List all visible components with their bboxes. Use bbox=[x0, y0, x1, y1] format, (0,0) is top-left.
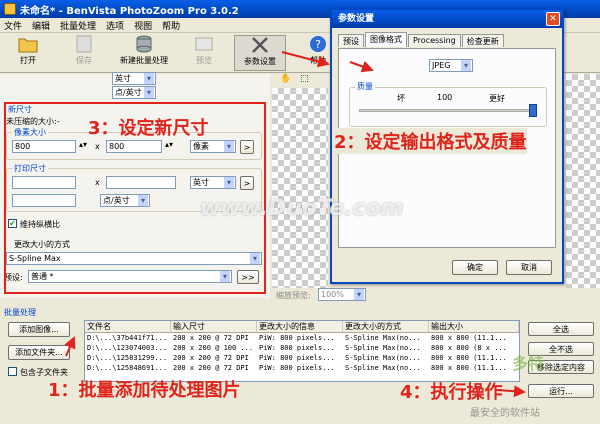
tab-processing[interactable]: Processing bbox=[408, 34, 461, 47]
quality-high-label: 更好 bbox=[489, 94, 505, 103]
menu-view[interactable]: 视图 bbox=[134, 19, 152, 32]
table-row[interactable]: D:\...\125848691... 200 x 200 @ 72 DPI P… bbox=[85, 363, 519, 373]
tab-image-format[interactable]: 图像格式 bbox=[365, 32, 407, 47]
table-row[interactable]: D:\...\125831299... 200 x 200 @ 72 DPI P… bbox=[85, 353, 519, 363]
step4-label: 4：执行操作 bbox=[400, 382, 503, 403]
batch-label: 批量处理 bbox=[4, 308, 36, 317]
step3-label: 3：设定新尺寸 bbox=[88, 118, 209, 139]
window-title: 未命名* - BenVista PhotoZoom Pro 3.0.2 bbox=[20, 5, 239, 17]
batch-table[interactable]: 文件名 输入尺寸 更改大小的信息 更改大小的方式 输出大小 D:\...\37b… bbox=[84, 320, 520, 382]
crop-icon[interactable]: ⬚ bbox=[300, 74, 309, 84]
quality-slider-track[interactable] bbox=[359, 109, 535, 112]
open-button[interactable]: 打开 bbox=[10, 35, 46, 71]
app-icon bbox=[4, 3, 16, 15]
step1-label: 1：批量添加待处理图片 bbox=[48, 380, 241, 401]
logo-subtitle: 最安全的软件站 bbox=[470, 408, 540, 419]
close-icon[interactable]: ✕ bbox=[546, 12, 560, 26]
menu-help[interactable]: 帮助 bbox=[162, 19, 180, 32]
format-select[interactable]: JPEG bbox=[429, 59, 473, 72]
menu-options[interactable]: 选项 bbox=[106, 19, 124, 32]
dialog-title: 参数设置 bbox=[338, 14, 375, 24]
select-all-button[interactable]: 全选 bbox=[528, 322, 594, 336]
menu-edit[interactable]: 编辑 bbox=[32, 19, 50, 32]
preview-button[interactable]: 预览 bbox=[186, 35, 222, 71]
table-row[interactable]: D:\...\37b441f71... 200 x 200 @ 72 DPI P… bbox=[85, 333, 519, 343]
preview-result[interactable] bbox=[566, 74, 600, 288]
add-images-button[interactable]: 添加图像... bbox=[8, 322, 70, 337]
table-header: 文件名 输入尺寸 更改大小的信息 更改大小的方式 输出大小 bbox=[85, 321, 519, 333]
quality-slider-thumb[interactable] bbox=[529, 104, 537, 117]
new-batch-button[interactable]: 新建批量处理 bbox=[116, 35, 172, 71]
ok-button[interactable]: 确定 bbox=[452, 260, 498, 275]
save-icon bbox=[76, 35, 92, 53]
zoom-select[interactable]: 100% bbox=[318, 288, 366, 301]
col-resize-method[interactable]: 更改大小的方式 bbox=[343, 321, 429, 332]
tab-presets[interactable]: 预设 bbox=[338, 34, 364, 47]
quality-value: 100 bbox=[437, 93, 453, 102]
run-button[interactable]: 运行... bbox=[528, 384, 594, 398]
menu-file[interactable]: 文件 bbox=[4, 19, 22, 32]
preview-original[interactable] bbox=[272, 88, 328, 288]
add-folder-button[interactable]: 添加文件夹... bbox=[8, 345, 70, 360]
step2-label: 2：设定输出格式及质量 bbox=[334, 128, 527, 154]
col-filename[interactable]: 文件名 bbox=[85, 321, 171, 332]
hand-icon[interactable]: ✋ bbox=[280, 74, 291, 84]
include-sub-checkbox[interactable] bbox=[8, 367, 17, 376]
preview-icon bbox=[195, 37, 213, 51]
dialog-tabs: 预设 图像格式 Processing 检查更新 bbox=[338, 32, 505, 47]
top-unit-select[interactable]: 英寸 bbox=[112, 72, 156, 85]
menu-batch[interactable]: 批量处理 bbox=[60, 19, 96, 32]
settings-button[interactable]: 参数设置 bbox=[234, 35, 286, 71]
quality-low-label: 坏 bbox=[397, 94, 405, 103]
watermark: www.DuoTe.com bbox=[200, 196, 404, 221]
tools-icon bbox=[252, 37, 268, 53]
database-icon bbox=[136, 35, 152, 53]
top-dpi-select[interactable]: 点/英寸 bbox=[112, 86, 156, 99]
tab-check-updates[interactable]: 检查更新 bbox=[461, 34, 504, 47]
svg-text:?: ? bbox=[315, 38, 321, 51]
annotation-spacer bbox=[66, 320, 76, 338]
save-button[interactable]: 保存 bbox=[66, 35, 102, 71]
quality-label: 质量 bbox=[355, 81, 375, 92]
col-input-size[interactable]: 输入尺寸 bbox=[171, 321, 257, 332]
zoom-preview-label: 缩放预览: bbox=[276, 291, 311, 300]
help-icon: ? bbox=[310, 36, 326, 52]
logo-mark: 多特 bbox=[512, 354, 545, 373]
preview-tools: ✋ ⬚ bbox=[272, 74, 328, 88]
folder-icon bbox=[18, 38, 38, 53]
col-resize-info[interactable]: 更改大小的信息 bbox=[257, 321, 343, 332]
dialog-title-bar: 参数设置 ✕ bbox=[332, 10, 562, 28]
col-output-size[interactable]: 输出大小 bbox=[429, 321, 519, 332]
table-row[interactable]: D:\...\123074003... 200 x 200 @ 100 ... … bbox=[85, 343, 519, 353]
cancel-button[interactable]: 取消 bbox=[506, 260, 552, 275]
